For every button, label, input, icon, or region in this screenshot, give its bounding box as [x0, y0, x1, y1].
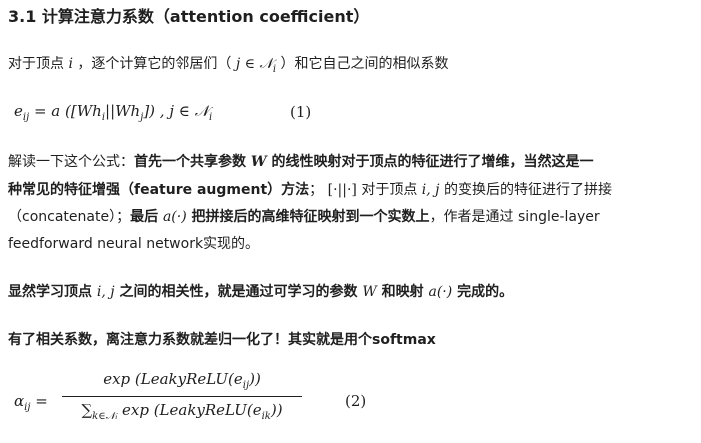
- explain-bold-2: 的线性映射对于顶点的特征进行了增维，当然这是一: [266, 154, 594, 170]
- corr-text-1: 显然学习顶点: [8, 284, 97, 300]
- explain-line-2: 种常见的特征增强（feature augment）方法； [·||·] 对于顶点…: [8, 180, 612, 200]
- eq2-den-end: )): [270, 401, 283, 419]
- explain-bold-4: 最后: [130, 209, 163, 225]
- equation-2-fraction: exp (LeakyReLU(eij)) ∑k∈𝒩ᵢ exp (LeakyReL…: [62, 370, 302, 425]
- eq1-lhs: e: [14, 102, 23, 120]
- equation-2-lhs: αij =: [14, 392, 48, 413]
- softmax-line: 有了相关系数，离注意力系数就差归一化了！其实就是用个softmax: [8, 332, 436, 348]
- eq2-sum-sub: k∈𝒩ᵢ: [92, 411, 118, 422]
- math-concat: [·||·]: [327, 182, 357, 198]
- corr-text-2: 之间的相关性，就是通过可学习的参数: [114, 284, 363, 300]
- explain-text-4: 的变换后的特征进行了拼接: [439, 182, 612, 198]
- eq2-den-sub: ik: [261, 411, 271, 422]
- eq2-num-end: )): [249, 370, 261, 388]
- explain-bold-5: 把拼接后的高维特征映射到一个实数上: [186, 209, 430, 225]
- intro-text-2: ，逐个计算它的邻居们（: [72, 56, 236, 72]
- explain-text-2: ；: [309, 182, 328, 198]
- section-heading: 3.1 计算注意力系数（attention coefficient）: [8, 7, 370, 26]
- equation-2-tag: (2): [345, 392, 367, 410]
- eq1-tail-sub: i: [208, 112, 213, 123]
- fraction-bar: [62, 396, 302, 397]
- math-neighbor: j ∈ 𝒩: [235, 56, 273, 72]
- eq1-body-b: ||Wh: [105, 102, 141, 120]
- eq2-alpha: α: [14, 392, 25, 410]
- intro-text-3: ）和它自己之间的相似系数: [276, 56, 449, 72]
- eq1-body-c: ]) , j ∈ 𝒩: [143, 102, 209, 120]
- math-a-dot: a(·): [162, 209, 187, 225]
- corr-math-ij: i, j: [96, 284, 115, 300]
- eq2-sum-symbol: ∑: [81, 401, 93, 419]
- explain-line-3: （concatenate）；最后 a(·) 把拼接后的高维特征映射到一个实数上，…: [8, 207, 600, 227]
- explain-line-1: 解读一下这个公式：首先一个共享参数 W 的线性映射对于顶点的特征进行了增维，当然…: [8, 152, 593, 172]
- explain-text-1: 解读一下这个公式：: [8, 154, 134, 170]
- equation-1-tag: (1): [290, 103, 312, 121]
- eq2-numerator: exp (LeakyReLU(eij)): [62, 370, 302, 394]
- eq1-body-a: = a ([Wh: [29, 102, 102, 120]
- explain-text-6: ，作者是通过 single-layer: [429, 209, 600, 225]
- corr-math-a-dot: a(·): [428, 284, 453, 300]
- eq2-den-text: exp (LeakyReLU(e: [117, 401, 262, 419]
- corr-text-4: 完成的。: [452, 284, 514, 300]
- corr-text-3: 和映射: [376, 284, 429, 300]
- explain-text-3: 对于顶点: [356, 182, 422, 198]
- explain-bold-3: 种常见的特征增强（feature augment）方法: [8, 182, 310, 198]
- eq2-num-text: exp (LeakyReLU(e: [103, 370, 243, 388]
- article-page: 3.1 计算注意力系数（attention coefficient） 对于顶点 …: [0, 0, 701, 443]
- explain-bold-1: 首先一个共享参数: [134, 154, 251, 170]
- math-ij: i, j: [421, 182, 440, 198]
- intro-text-1: 对于顶点: [8, 56, 69, 72]
- corr-math-W: W: [362, 284, 377, 300]
- eq2-denominator: ∑k∈𝒩ᵢ exp (LeakyReLU(eik)): [62, 401, 302, 425]
- explain-text-5: （concatenate）；: [8, 209, 131, 225]
- intro-paragraph: 对于顶点 i ，逐个计算它的邻居们（ j ∈ 𝒩i ）和它自己之间的相似系数: [8, 54, 449, 80]
- correlation-line: 显然学习顶点 i, j 之间的相关性，就是通过可学习的参数 W 和映射 a(·)…: [8, 282, 513, 302]
- math-W: W: [250, 154, 267, 170]
- equation-1: eij = a ([Whi||Whj]) , j ∈ 𝒩i: [14, 102, 212, 123]
- explain-line-4: feedforward neural network实现的。: [8, 236, 260, 252]
